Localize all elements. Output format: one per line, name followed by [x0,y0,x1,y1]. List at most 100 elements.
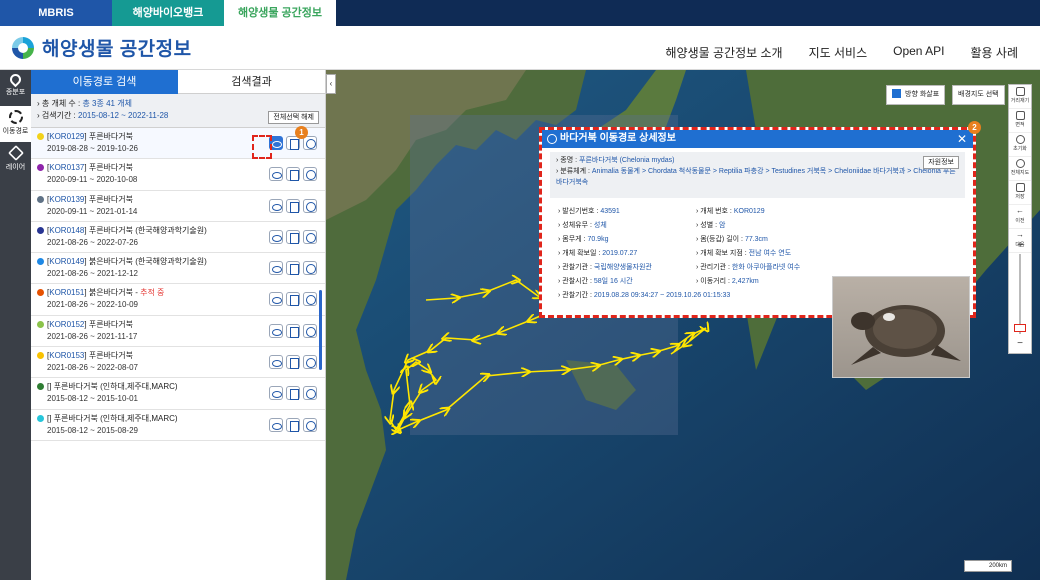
result-row[interactable]: [KOR0129] 푸른바다거북 2019-08-28 ~ 2019-10-26 [31,128,325,160]
result-row[interactable]: [KOR0153] 푸른바다거북 2021-08-26 ~ 2022-08-07 [31,347,325,379]
document-icon[interactable] [286,417,300,432]
rail-label: 레이어 [5,164,26,171]
rail-item-route[interactable]: 이동경로 [0,106,31,142]
eye-icon[interactable] [269,355,283,370]
tool-measure-area[interactable]: 면적 [1009,109,1031,133]
document-icon[interactable] [286,386,300,401]
site-logo[interactable]: 해양생물 공간정보 [12,34,192,61]
track-color-dot [37,383,44,391]
eye-icon[interactable] [269,167,283,182]
result-row[interactable]: [KOR0139] 푸른바다거북 2020-09-11 ~ 2021-01-14 [31,191,325,222]
rail-label: 이동경로 [2,128,29,135]
play-icon[interactable] [303,229,317,244]
result-row[interactable]: [] 푸른바다거북 (인하대,제주대,MARC) 2015-08-12 ~ 201… [31,410,325,441]
result-row[interactable]: [KOR0137] 푸른바다거북 2020-09-11 ~ 2020-10-08 [31,159,325,191]
scale-bar: 200km [964,560,1012,572]
document-icon[interactable] [286,261,300,276]
row-code: [KOR0129] [47,132,87,141]
taxonomy-value: Animalia 동물계 > Chordata 척삭동물문 > Reptilia… [556,168,956,186]
zoom-slider-track[interactable] [1019,254,1021,334]
deselect-all-button[interactable]: 전체선택 해제 [268,111,319,124]
result-row[interactable]: [KOR0148] 푸른바다거북 (한국해양과학기술원) 2021-08-26 ~… [31,222,325,254]
play-icon[interactable] [303,323,317,338]
play-icon[interactable] [303,136,317,150]
field-label: 이동거리 : [700,278,730,285]
detail-field: › 관찰시간 : 58일 16 시간 [558,278,633,285]
panel-scrollbar[interactable] [319,290,322,370]
play-icon[interactable] [303,386,317,401]
arrow-left-icon: ← [1016,206,1024,215]
eye-icon[interactable] [269,323,283,338]
result-summary: › 총 개체 수 : 총 3종 41 개체 › 검색기간 : 2015-08-1… [31,94,325,128]
detail-button-highlight [252,135,272,159]
site-tab-biobank[interactable]: 해양바이오뱅크 [112,0,224,26]
close-icon[interactable]: ✕ [957,130,967,148]
detail-field: › 성체유무 : 성체 [558,222,607,229]
panel-collapse-button[interactable]: ‹ [326,74,336,94]
row-code: [KOR0137] [47,163,87,173]
row-actions [269,198,317,213]
result-row[interactable]: [] 푸른바다거북 (인하대,제주대,MARC) 2015-08-12 ~ 201… [31,378,325,410]
eye-icon[interactable] [269,417,283,432]
track-color-dot [37,164,44,172]
site-tab-spatial[interactable]: 해양생물 공간정보 [224,0,336,26]
eye-icon[interactable] [269,198,283,213]
document-icon[interactable] [286,323,300,338]
eye-icon[interactable] [269,261,283,276]
species-label: 종명 : [560,157,578,164]
tool-previous[interactable]: ← 이전 [1009,205,1031,229]
rail-item-layers[interactable]: 레이어 [0,142,31,178]
document-icon[interactable] [286,229,300,244]
eye-icon[interactable] [269,292,283,307]
result-row[interactable]: [KOR0152] 푸른바다거북 2021-08-26 ~ 2021-11-17 [31,316,325,348]
row-actions [269,355,317,370]
arrow-right-icon: → [1016,230,1024,239]
document-icon[interactable] [286,292,300,307]
nav-use-cases[interactable]: 활용 사례 [971,44,1019,61]
row-actions [269,261,317,276]
site-tab-bar: MBRIS 해양바이오뱅크 해양생물 공간정보 [0,0,1040,26]
tool-full-map[interactable]: 전체지도 [1009,157,1031,181]
field-value: KOR0129 [733,208,765,215]
document-icon[interactable] [286,167,300,182]
play-icon[interactable] [303,167,317,182]
field-label: 성체유무 : [562,222,592,229]
left-icon-rail: 종분포 이동경로 레이어 [0,70,31,580]
row-species: 푸른바다거북 [86,319,133,329]
result-row[interactable]: [KOR0149] 붉은바다거북 (한국해양과학기술원) 2021-08-26 ~… [31,253,325,285]
basemap-select-button[interactable]: 배경지도 선택 [952,85,1005,105]
row-actions [269,167,317,182]
zoom-out-button[interactable]: − [1012,338,1028,350]
eye-icon[interactable] [269,229,283,244]
document-icon[interactable] [286,198,300,213]
play-icon[interactable] [303,198,317,213]
eye-icon[interactable] [269,386,283,401]
nav-map-service[interactable]: 지도 서비스 [809,44,868,61]
nav-open-api[interactable]: Open API [893,44,944,61]
tab-search-results[interactable]: 검색결과 [178,70,325,94]
play-icon[interactable] [303,261,317,276]
period-label: 관찰기간 : [562,292,592,299]
play-icon[interactable] [303,292,317,307]
track-color-dot [37,226,44,234]
zoom-slider-handle[interactable] [1014,324,1026,332]
direction-arrow-toggle[interactable]: 방향 화살표 [886,85,946,105]
result-row[interactable]: [KOR0151] 붉은바다거북 - 추적 중 2021-08-26 ~ 2022… [31,284,325,316]
row-actions [269,229,317,244]
site-tab-mbris[interactable]: MBRIS [0,0,112,26]
row-species: 푸른바다거북 (인하대,제주대,MARC) [51,382,178,392]
play-icon[interactable] [303,417,317,432]
tool-measure-distance[interactable]: 거리재기 [1009,85,1031,109]
resource-info-button[interactable]: 자원정보 [923,156,959,169]
track-color-dot [37,320,44,328]
tool-label: 이전 [1015,218,1025,224]
play-icon[interactable] [303,355,317,370]
detail-field: › 관찰기관 : 국립해양생물자원관 [558,264,652,271]
nav-about[interactable]: 해양생물 공간정보 소개 [666,44,783,61]
tab-route-search[interactable]: 이동경로 검색 [31,70,178,94]
tool-reset[interactable]: 초기화 [1009,133,1031,157]
document-icon[interactable] [286,355,300,370]
tool-save[interactable]: 저장 [1009,181,1031,205]
rail-item-distribution[interactable]: 종분포 [0,70,31,106]
zoom-in-button[interactable]: + [1012,240,1028,252]
